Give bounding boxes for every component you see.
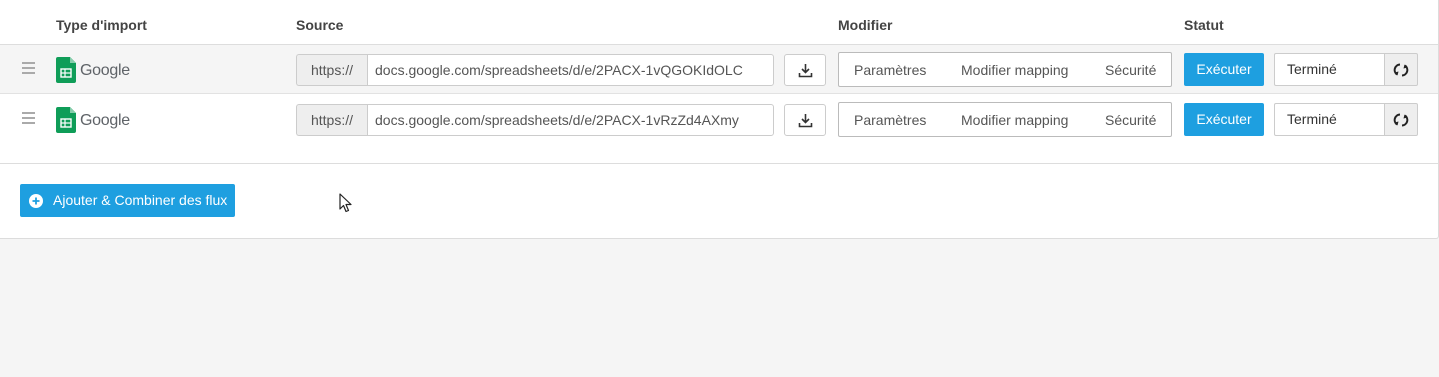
- refresh-button[interactable]: [1384, 53, 1418, 86]
- add-combine-flux-button[interactable]: Ajouter & Combiner des flux: [20, 184, 235, 217]
- url-prefix: https://: [296, 54, 367, 86]
- drag-handle-icon[interactable]: [22, 112, 35, 127]
- section-divider: [0, 163, 1438, 164]
- download-icon: [798, 64, 813, 78]
- add-combine-flux-label: Ajouter & Combiner des flux: [53, 192, 228, 208]
- securite-button[interactable]: Sécurité: [1105, 62, 1156, 78]
- parametres-button[interactable]: Paramètres: [854, 62, 926, 78]
- download-icon: [798, 114, 813, 128]
- header-statut: Statut: [1184, 17, 1224, 33]
- header-modifier: Modifier: [838, 17, 893, 33]
- mouse-cursor-icon: [339, 193, 352, 213]
- status-field: Terminé: [1274, 53, 1385, 86]
- modifier-button-group: Paramètres Modifier mapping Sécurité: [838, 102, 1172, 137]
- modifier-button-group: Paramètres Modifier mapping Sécurité: [838, 52, 1172, 87]
- status-field: Terminé: [1274, 103, 1385, 136]
- provider-name: Google: [80, 112, 130, 129]
- refresh-icon: [1393, 113, 1409, 127]
- source-url-input[interactable]: docs.google.com/spreadsheets/d/e/2PACX-1…: [367, 54, 774, 86]
- imports-panel: Type d'import Source Modifier Statut Goo…: [0, 0, 1439, 239]
- header-type: Type d'import: [56, 17, 147, 33]
- refresh-button[interactable]: [1384, 103, 1418, 136]
- modifier-mapping-button[interactable]: Modifier mapping: [961, 112, 1068, 128]
- executer-button[interactable]: Exécuter: [1184, 53, 1264, 86]
- table-header: Type d'import Source Modifier Statut: [0, 0, 1438, 45]
- google-sheets-icon: [56, 57, 76, 83]
- parametres-button[interactable]: Paramètres: [854, 112, 926, 128]
- securite-button[interactable]: Sécurité: [1105, 112, 1156, 128]
- plus-circle-icon: [29, 194, 43, 208]
- header-source: Source: [296, 17, 344, 33]
- google-sheets-icon: [56, 107, 76, 133]
- download-button[interactable]: [784, 54, 826, 86]
- refresh-icon: [1393, 63, 1409, 77]
- url-prefix: https://: [296, 104, 367, 136]
- download-button[interactable]: [784, 104, 826, 136]
- executer-button[interactable]: Exécuter: [1184, 103, 1264, 136]
- source-url-input[interactable]: docs.google.com/spreadsheets/d/e/2PACX-1…: [367, 104, 774, 136]
- provider-name: Google: [80, 62, 130, 79]
- drag-handle-icon[interactable]: [22, 62, 35, 77]
- table-row: Google https:// docs.google.com/spreadsh…: [0, 45, 1438, 94]
- modifier-mapping-button[interactable]: Modifier mapping: [961, 62, 1068, 78]
- table-row: Google https:// docs.google.com/spreadsh…: [0, 95, 1438, 144]
